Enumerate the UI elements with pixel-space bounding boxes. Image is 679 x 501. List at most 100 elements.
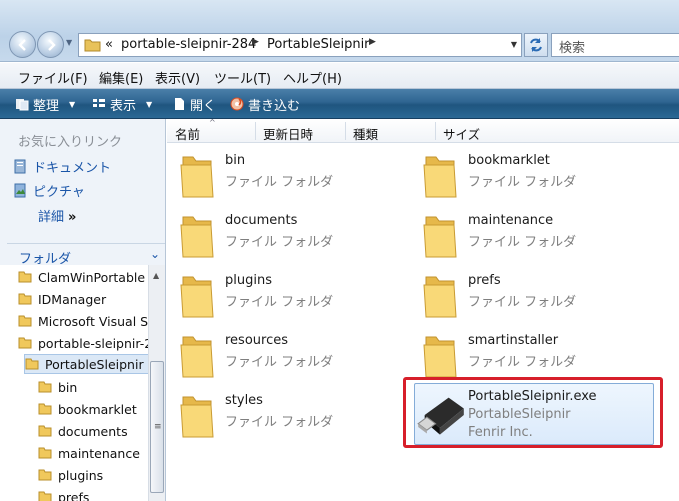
folder-icon <box>38 469 52 481</box>
refresh-button[interactable] <box>524 33 548 57</box>
pictures-icon <box>14 183 26 198</box>
folder-icon <box>423 216 457 258</box>
chevron-down-icon: ▼ <box>146 99 153 109</box>
item-type: ファイル フォルダ <box>225 235 334 250</box>
folder-item-documents[interactable]: documents ファイル フォルダ <box>171 207 407 263</box>
column-date-modified[interactable]: 更新日時 <box>263 124 313 143</box>
search-placeholder: 検索 <box>559 41 586 56</box>
tree-item[interactable]: maintenance <box>38 443 140 463</box>
menu-view[interactable]: 表示(V) <box>155 68 200 87</box>
menu-edit[interactable]: 編集(E) <box>99 68 143 87</box>
item-type: ファイル フォルダ <box>468 235 577 250</box>
folder-item-maintenance[interactable]: maintenance ファイル フォルダ <box>414 207 650 263</box>
favorite-link-label: ドキュメント <box>33 161 112 176</box>
search-input[interactable]: 検索 <box>551 33 679 57</box>
tree-item-selected[interactable]: PortableSleipnir <box>24 354 148 374</box>
tree-item-label: PortableSleipnir <box>45 356 144 372</box>
folder-icon <box>423 336 457 378</box>
folder-icon <box>180 396 214 438</box>
recent-pages-dropdown[interactable]: ▼ <box>66 38 72 47</box>
folder-icon <box>38 491 52 501</box>
column-size[interactable]: サイズ <box>443 124 480 143</box>
forward-button[interactable] <box>37 31 64 58</box>
tree-item[interactable]: documents <box>38 421 128 441</box>
menu-tools[interactable]: ツール(T) <box>214 68 271 87</box>
address-bar: ▼ « portable-sleipnir-284 ▶ PortableSlei… <box>0 0 679 62</box>
item-name: bookmarklet <box>468 153 550 168</box>
folder-icon <box>38 381 52 393</box>
column-name[interactable]: 名前 <box>175 124 200 143</box>
breadcrumb-portablesleipnir[interactable]: PortableSleipnir <box>267 37 370 52</box>
menu-file[interactable]: ファイル(F) <box>18 68 88 87</box>
documents-icon <box>14 159 26 174</box>
double-chevron-icon: » <box>68 210 77 225</box>
address-box[interactable]: « portable-sleipnir-284 ▶ PortableSleipn… <box>78 33 522 57</box>
command-bar: 整理 ▼ 表示 ▼ 開く 書き込む <box>0 89 679 119</box>
tree-item-label: IDManager <box>38 291 107 307</box>
tree-item-label: bin <box>58 379 78 395</box>
more-label: 詳細 <box>38 210 65 225</box>
menu-help[interactable]: ヘルプ(H) <box>283 68 342 87</box>
folder-item-smartinstaller[interactable]: smartinstaller ファイル フォルダ <box>414 327 650 383</box>
tree-item-label: plugins <box>58 467 104 483</box>
item-type: ファイル フォルダ <box>468 295 577 310</box>
tree-item[interactable]: bookmarklet <box>38 399 137 419</box>
tree-item-label: prefs <box>58 489 90 501</box>
folder-item-styles[interactable]: styles ファイル フォルダ <box>171 387 407 443</box>
item-name: prefs <box>468 273 501 288</box>
item-name: smartinstaller <box>468 333 559 348</box>
item-type: ファイル フォルダ <box>468 175 577 190</box>
arrow-left-icon <box>18 39 26 51</box>
tree-item-label: documents <box>58 423 128 439</box>
views-icon <box>93 99 105 107</box>
breadcrumb-portable-sleipnir-284[interactable]: portable-sleipnir-284 <box>121 37 256 52</box>
address-dropdown-icon[interactable]: ▼ <box>511 40 517 49</box>
tree-item[interactable]: IDManager <box>18 289 106 309</box>
organize-button[interactable]: 整理 ▼ <box>15 95 75 114</box>
scroll-up-icon[interactable]: ▲ <box>153 271 159 280</box>
tree-item-label: Microsoft Visual St <box>38 313 148 329</box>
folder-item-resources[interactable]: resources ファイル フォルダ <box>171 327 407 383</box>
item-name: bin <box>225 153 246 168</box>
tree-item[interactable]: plugins <box>38 465 103 485</box>
column-divider[interactable] <box>435 122 436 140</box>
folder-icon <box>38 447 52 459</box>
tree-item[interactable]: prefs <box>38 487 89 501</box>
folder-icon <box>18 271 32 283</box>
tree-item[interactable]: portable-sleipnir-2 <box>18 333 148 353</box>
item-name: maintenance <box>468 213 554 228</box>
tree-scrollbar[interactable]: ▲ ≡ <box>148 265 165 501</box>
breadcrumb-separator-icon[interactable]: ▶ <box>252 37 259 47</box>
grip-icon: ≡ <box>154 422 162 432</box>
folder-icon <box>180 156 214 198</box>
folder-item-prefs[interactable]: prefs ファイル フォルダ <box>414 267 650 323</box>
column-divider[interactable] <box>255 122 256 140</box>
folder-item-bookmarklet[interactable]: bookmarklet ファイル フォルダ <box>414 147 650 203</box>
favorite-link-pictures[interactable]: ピクチャ <box>14 181 85 200</box>
sort-ascending-icon: ^ <box>209 118 216 127</box>
scrollbar-thumb[interactable]: ≡ <box>150 361 164 493</box>
tree-item-label: maintenance <box>58 445 140 461</box>
folder-item-bin[interactable]: bin ファイル フォルダ <box>171 147 407 203</box>
navigation-pane: お気に入りリンク ドキュメント ピクチャ 詳細» フォルダ ⌄ ClamWinP… <box>0 119 166 501</box>
open-button[interactable]: 開く <box>172 95 216 114</box>
tree-item[interactable]: bin <box>38 377 77 397</box>
favorite-link-documents[interactable]: ドキュメント <box>14 157 111 176</box>
folder-item-plugins[interactable]: plugins ファイル フォルダ <box>171 267 407 323</box>
tree-item[interactable]: ClamWinPortable <box>18 267 145 287</box>
column-divider[interactable] <box>345 122 346 140</box>
more-links-button[interactable]: 詳細» <box>38 206 76 225</box>
burn-button[interactable]: 書き込む <box>230 95 301 114</box>
tree-item-label: ClamWinPortable <box>38 269 146 285</box>
item-type: ファイル フォルダ <box>225 415 334 430</box>
folders-header[interactable]: フォルダ ⌄ <box>7 243 165 267</box>
organize-icon <box>16 99 29 111</box>
burn-label: 書き込む <box>248 98 301 114</box>
back-button[interactable] <box>9 31 36 58</box>
tree-item[interactable]: Microsoft Visual St <box>18 311 148 331</box>
view-label: 表示 <box>110 98 137 114</box>
address-overflow[interactable]: « <box>105 37 113 52</box>
breadcrumb-separator-icon[interactable]: ▶ <box>369 37 376 47</box>
column-type[interactable]: 種類 <box>353 124 378 143</box>
view-button[interactable]: 表示 ▼ <box>92 95 153 114</box>
